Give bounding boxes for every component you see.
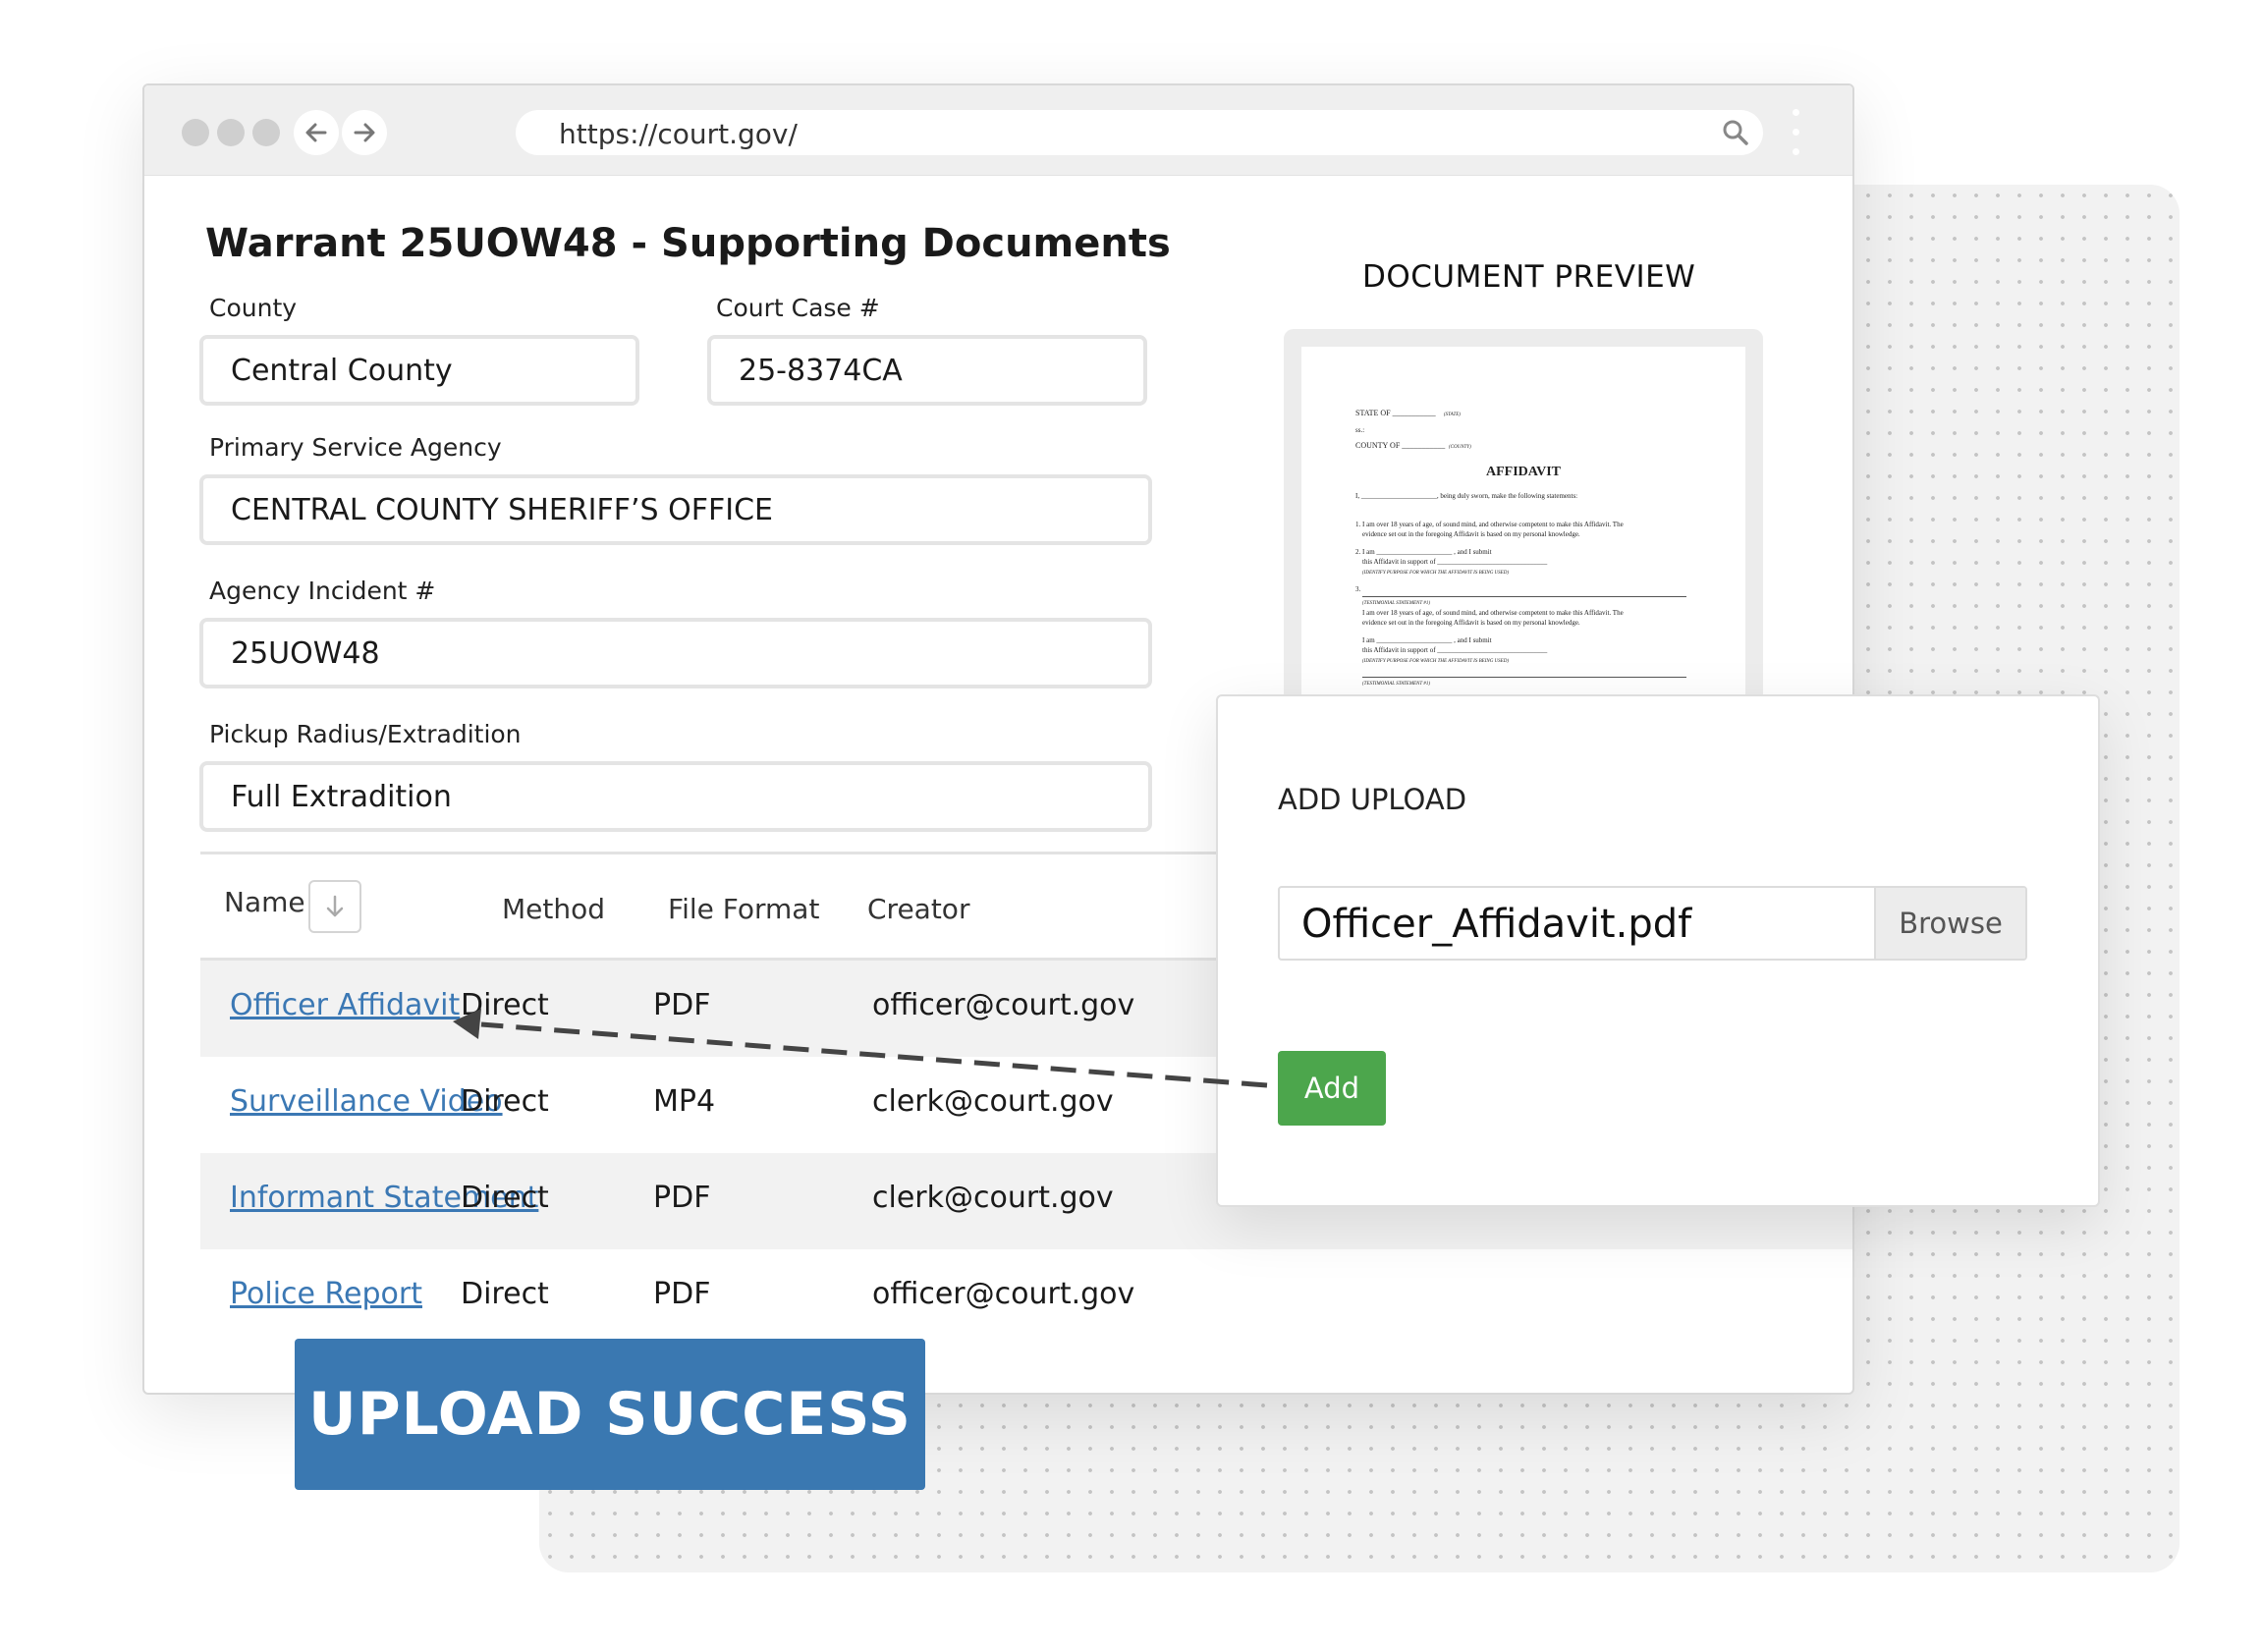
file-input[interactable]: Officer_Affidavit.pdf Browse — [1278, 886, 2027, 961]
doc-p1b: evidence set out in the foregoing Affida… — [1362, 530, 1580, 538]
format-cell: PDF — [653, 988, 711, 1022]
county-field[interactable]: Central County — [199, 335, 639, 406]
page-title: Warrant 25UOW48 - Supporting Documents — [205, 221, 1171, 266]
arrow-right-icon — [354, 123, 375, 142]
county-value: Central County — [231, 353, 453, 388]
search-icon[interactable] — [1722, 119, 1749, 146]
radius-label: Pickup Radius/Extradition — [209, 720, 522, 748]
add-upload-modal: ADD UPLOAD Officer_Affidavit.pdf Browse … — [1216, 694, 2100, 1207]
doc-p2b: this Affidavit in support of ___________… — [1362, 558, 1548, 566]
modal-title: ADD UPLOAD — [1278, 783, 1467, 816]
county-label: County — [209, 294, 298, 322]
agency-field[interactable]: CENTRAL COUNTY SHERIFF’S OFFICE — [199, 474, 1152, 545]
format-cell: PDF — [653, 1277, 711, 1311]
window-dot-maximize[interactable] — [252, 119, 280, 146]
doc-p5b: this Affidavit in support of ___________… — [1362, 646, 1548, 654]
doc-heading: AFFIDAVIT — [1486, 465, 1562, 479]
doc-p6-note: (TESTIMONIAL STATEMENT #1) — [1362, 682, 1430, 687]
preview-title: DOCUMENT PREVIEW — [1362, 259, 1696, 295]
method-cell: Direct — [461, 1084, 549, 1119]
browse-button[interactable]: Browse — [1874, 888, 2025, 959]
column-header-creator[interactable]: Creator — [867, 893, 969, 925]
table-row: Police Report Direct PDF officer@court.g… — [200, 1249, 1852, 1346]
doc-p3-note: (TESTIMONIAL STATEMENT #1) — [1362, 601, 1430, 606]
affidavit-document: STATE OF ___________ (STATE) ss.: COUNTY… — [1355, 409, 1686, 687]
back-button[interactable] — [294, 110, 339, 155]
preview-page: STATE OF ___________ (STATE) ss.: COUNTY… — [1301, 347, 1745, 740]
doc-county-note: (COUNTY) — [1449, 445, 1471, 450]
arrow-down-icon — [326, 895, 344, 917]
creator-cell: officer@court.gov — [872, 1277, 1135, 1311]
doc-state-note: (STATE) — [1444, 413, 1461, 417]
document-link[interactable]: Police Report — [230, 1277, 422, 1311]
doc-p4a: I am over 18 years of age, of sound mind… — [1362, 609, 1624, 617]
radius-field[interactable]: Full Extradition — [199, 761, 1152, 832]
agency-value: CENTRAL COUNTY SHERIFF’S OFFICE — [231, 492, 773, 527]
format-cell: PDF — [653, 1181, 711, 1215]
window-dot-minimize[interactable] — [217, 119, 245, 146]
agency-label: Primary Service Agency — [209, 433, 502, 462]
doc-p5c: (IDENTIFY PURPOSE FOR WHICH THE AFFIDAVI… — [1362, 659, 1509, 664]
doc-p2c: (IDENTIFY PURPOSE FOR WHICH THE AFFIDAVI… — [1362, 571, 1509, 576]
doc-p1a: 1. I am over 18 years of age, of sound m… — [1355, 521, 1624, 528]
doc-p4b: evidence set out in the foregoing Affida… — [1362, 619, 1580, 627]
url-text: https://court.gov/ — [559, 118, 798, 150]
document-link[interactable]: Officer Affidavit — [230, 988, 460, 1022]
method-cell: Direct — [461, 1277, 549, 1311]
doc-county-line: COUNTY OF ___________ — [1355, 441, 1446, 450]
add-button[interactable]: Add — [1278, 1051, 1386, 1126]
forward-button[interactable] — [342, 110, 387, 155]
column-header-file-format[interactable]: File Format — [668, 893, 819, 925]
doc-p2a: 2. I am ______________________ , and I s… — [1355, 548, 1492, 556]
address-bar[interactable]: https://court.gov/ — [516, 110, 1763, 155]
method-cell: Direct — [461, 988, 549, 1022]
creator-cell: clerk@court.gov — [872, 1181, 1114, 1215]
creator-cell: clerk@court.gov — [872, 1084, 1114, 1119]
column-header-name[interactable]: Name — [224, 886, 305, 918]
doc-intro: I, ______________________, being duly sw… — [1355, 492, 1577, 500]
doc-p5a: I am ______________________ , and I subm… — [1362, 636, 1492, 644]
court-case-label: Court Case # — [716, 294, 880, 322]
radius-value: Full Extradition — [231, 779, 452, 814]
sort-button[interactable] — [308, 880, 361, 933]
column-header-method[interactable]: Method — [502, 893, 605, 925]
document-preview[interactable]: STATE OF ___________ (STATE) ss.: COUNTY… — [1284, 329, 1763, 740]
kebab-menu-icon[interactable] — [1793, 109, 1802, 158]
arrow-left-icon — [305, 123, 327, 142]
format-cell: MP4 — [653, 1084, 716, 1119]
upload-success-banner: UPLOAD SUCCESS — [295, 1339, 925, 1490]
court-case-field[interactable]: 25-8374CA — [707, 335, 1147, 406]
file-name-value: Officer_Affidavit.pdf — [1301, 902, 1692, 947]
doc-state-line: STATE OF ___________ — [1355, 409, 1437, 417]
incident-value: 25UOW48 — [231, 635, 380, 671]
scene: https://court.gov/ Warrant 25UOW48 - Sup… — [0, 0, 2263, 1652]
doc-ss: ss.: — [1355, 426, 1364, 434]
court-case-value: 25-8374CA — [739, 353, 903, 388]
method-cell: Direct — [461, 1181, 549, 1215]
window-dot-close[interactable] — [182, 119, 209, 146]
incident-label: Agency Incident # — [209, 577, 436, 605]
doc-p3: 3. — [1355, 585, 1361, 593]
browser-toolbar: https://court.gov/ — [144, 85, 1852, 176]
incident-field[interactable]: 25UOW48 — [199, 618, 1152, 688]
creator-cell: officer@court.gov — [872, 988, 1135, 1022]
